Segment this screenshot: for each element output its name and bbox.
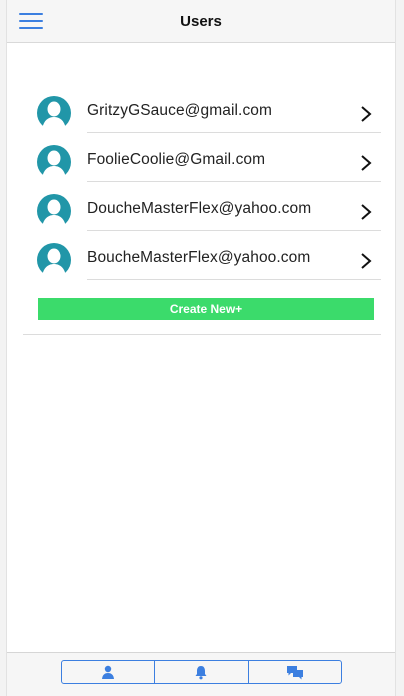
list-item[interactable]: FoolieCoolie@Gmail.com [23,133,381,182]
chevron-right-icon [361,253,372,269]
chevron-right-icon [361,155,372,171]
header-bar: Users [7,0,395,43]
section-divider [23,334,381,335]
create-new-button[interactable]: Create New+ [38,298,374,320]
avatar-icon [37,194,71,228]
segmented-tabs [61,660,342,684]
chevron-right-icon [361,204,372,220]
tab-users[interactable] [62,661,156,683]
list-item[interactable]: BoucheMasterFlex@yahoo.com [23,231,381,280]
avatar-icon [37,145,71,179]
chevron-right-icon [361,106,372,122]
avatar-icon [37,96,71,130]
app-screen: Users GritzyGSauce@gmail.com FoolieCooli… [6,0,396,696]
user-icon [102,665,115,679]
user-email: FoolieCoolie@Gmail.com [87,151,266,168]
tab-notifications[interactable] [155,661,249,683]
page-title: Users [180,13,222,30]
bottom-tab-bar [7,652,395,696]
avatar-icon [37,243,71,277]
chat-icon [286,665,303,679]
list-item[interactable]: DoucheMasterFlex@yahoo.com [23,182,381,231]
user-email: DoucheMasterFlex@yahoo.com [87,200,312,217]
divider [87,279,381,280]
tab-messages[interactable] [249,661,341,683]
list-item[interactable]: GritzyGSauce@gmail.com [23,84,381,133]
bell-icon [195,665,207,679]
user-email: GritzyGSauce@gmail.com [87,102,273,119]
user-list: GritzyGSauce@gmail.com FoolieCoolie@Gmai… [23,84,381,335]
user-email: BoucheMasterFlex@yahoo.com [87,249,311,266]
